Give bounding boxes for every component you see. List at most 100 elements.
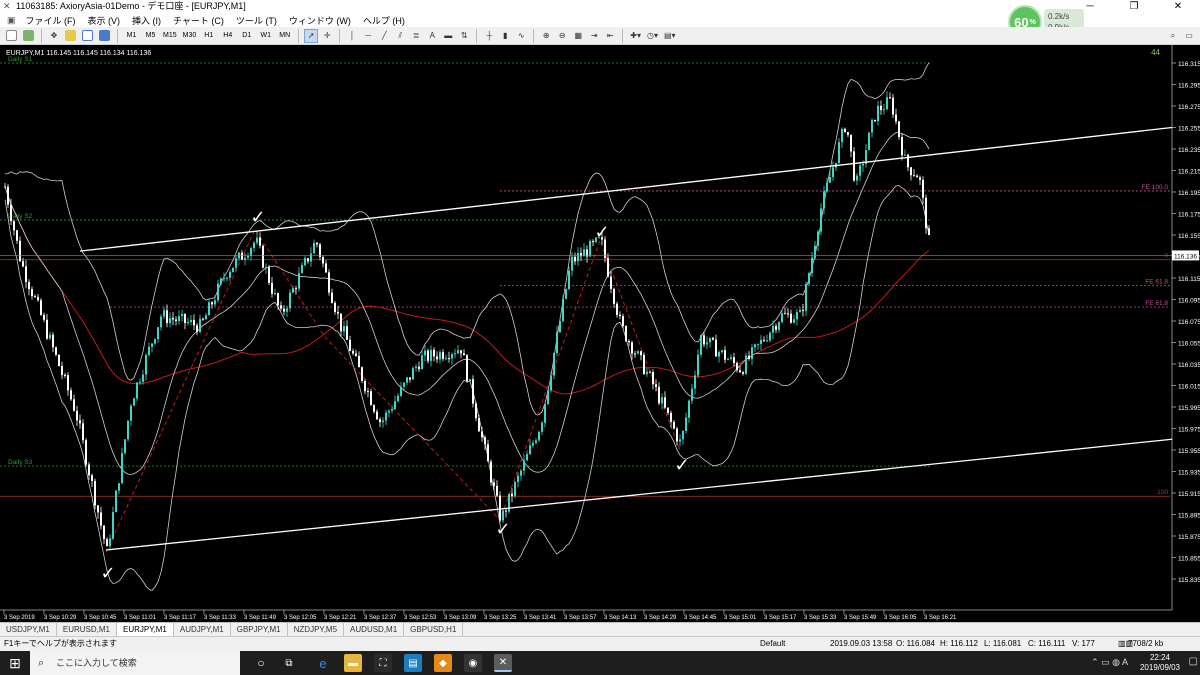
period-d1[interactable]: D1 [238,29,255,43]
trendline-icon[interactable]: ╱ [377,29,391,43]
period-h4[interactable]: H4 [219,29,236,43]
period-mn[interactable]: MN [276,29,293,43]
tab-nzdjpy[interactable]: NZDJPY,M5 [288,623,345,636]
candle-bear [307,258,309,262]
taskbar-clock[interactable]: 22:24 2019/09/03 [1136,653,1184,673]
period-m15[interactable]: M15 [161,29,179,43]
chart-shift-icon[interactable]: ⇤ [603,29,617,43]
candle-bear [889,97,891,99]
text-icon[interactable]: A [425,29,439,43]
candle-bull [766,340,768,342]
templates-icon[interactable]: ▤▾ [662,29,678,43]
candle-bull [814,245,816,258]
tab-eurjpy[interactable]: EURJPY,M1 [117,623,174,636]
candle-bull [517,475,519,483]
candle-bear [496,485,498,496]
menu-file[interactable]: ファイル (F) [20,14,82,27]
candle-bear [667,407,669,413]
app-orange-icon[interactable]: ◆ [434,654,452,672]
menu-view[interactable]: 表示 (V) [82,14,127,27]
menu-chart[interactable]: チャート (C) [167,14,230,27]
tab-audusd[interactable]: AUDUSD,M1 [344,623,405,636]
close-button[interactable]: ✕ [1156,0,1200,13]
candle-bull [721,350,723,353]
candle-bear [631,342,633,354]
candle-bull [469,379,471,381]
ime-indicator[interactable]: A [1122,657,1128,667]
candle-bear [895,114,897,122]
candle-bull [232,267,234,273]
period-w1[interactable]: W1 [257,29,274,43]
zoom-in-icon[interactable]: ⊕ [539,29,553,43]
store-icon[interactable]: ⛶ [374,654,392,672]
chart-window[interactable]: EURJPY,M1 116.145 116.145 116.134 116.13… [0,45,1200,622]
metatrader-active-icon[interactable]: ✕ [494,654,512,672]
tile-windows-icon[interactable]: ▦ [571,29,585,43]
candle-bull [829,177,831,183]
cursor-tool-icon[interactable]: ➚ [304,28,319,43]
candle-bull [637,351,639,354]
menu-tools[interactable]: ツール (T) [230,14,283,27]
candle-bear [928,228,930,235]
menu-help[interactable]: ヘルプ (H) [357,14,411,27]
indicators-icon[interactable]: ✚▾ [628,29,643,43]
crosshair-tool-icon[interactable]: ✛ [320,29,334,43]
tab-eurusd[interactable]: EURUSD,M1 [57,623,117,636]
tab-audjpy[interactable]: AUDJPY,M1 [174,623,231,636]
app-icon: ✕ [3,1,11,11]
zoom-out-icon[interactable]: ⊖ [555,29,569,43]
periodicity-icon[interactable]: ◷▾ [645,29,660,43]
notification-icon[interactable]: ▢ [1189,656,1198,667]
status-low: L: 116.081 [984,639,1022,648]
period-m30[interactable]: M30 [181,29,199,43]
channel-icon[interactable]: ⫽ [393,29,407,43]
autoscroll-icon[interactable]: ⇥ [587,29,601,43]
fibonacci-icon[interactable]: ≣ [409,29,423,43]
vertical-line-icon[interactable]: │ [345,29,359,43]
tab-gbpjpy[interactable]: GBPJPY,M1 [231,623,288,636]
profiles-icon[interactable] [21,29,36,43]
status-open: O: 116.084 [896,639,935,648]
candle-bull [550,375,552,391]
price-chart[interactable]: EURJPY,M1 116.145 116.145 116.134 116.13… [0,45,1200,622]
edge-icon[interactable]: e [314,654,332,672]
tab-usdjpy[interactable]: USDJPY,M1 [0,623,57,636]
period-m1[interactable]: M1 [123,29,140,43]
cortana-icon[interactable]: ○ [252,654,270,672]
chat-icon[interactable]: ▭ [1182,29,1196,43]
chart-window-icon[interactable]: ▣ [3,15,20,26]
status-profile[interactable]: Default [760,637,785,651]
horizontal-line-icon[interactable]: ─ [361,29,375,43]
windows-start-icon[interactable]: ⊞ [0,651,30,675]
line-chart-icon[interactable]: ∿ [514,29,528,43]
restore-button[interactable]: ❐ [1112,0,1156,13]
search-icon[interactable]: ⌕ [1166,29,1180,43]
market-watch-icon[interactable]: ✥ [47,29,61,43]
new-chart-icon[interactable] [4,29,19,43]
task-view-icon[interactable]: ⧉ [280,654,298,672]
explorer-icon[interactable]: ▬ [344,654,362,672]
bar-chart-icon[interactable]: ┼ [482,29,496,43]
period-m5[interactable]: M5 [142,29,159,43]
period-h1[interactable]: H1 [200,29,217,43]
label-icon[interactable]: ▬ [441,29,455,43]
terminal-icon[interactable] [97,29,112,43]
candle-bear [79,420,81,424]
candle-bull [130,405,132,421]
menu-insert[interactable]: 挿入 (I) [126,14,167,27]
mt4-app-icon[interactable]: ▤ [404,654,422,672]
navigator-icon[interactable] [80,29,95,43]
status-help: F1キーでヘルプが表示されます [4,639,117,648]
arrows-icon[interactable]: ⇅ [457,29,471,43]
status-bar: F1キーでヘルプが表示されます Default 2019.09.03 13:58… [0,636,1200,651]
menu-window[interactable]: ウィンドウ (W) [283,14,357,27]
app-circle-icon[interactable]: ◉ [464,654,482,672]
system-tray[interactable]: ⌃ ▭ ◍ A [1091,657,1128,668]
price-tick-label: 116.155 [1178,233,1200,240]
candle-bull [235,258,237,268]
data-window-icon[interactable] [63,29,78,43]
tab-gbpusd[interactable]: GBPUSD,H1 [404,623,464,636]
taskbar-search[interactable]: ⌕ ここに入力して検索 [30,651,240,675]
candlestick-icon[interactable]: ▮ [498,29,512,43]
candle-bull [781,313,783,323]
